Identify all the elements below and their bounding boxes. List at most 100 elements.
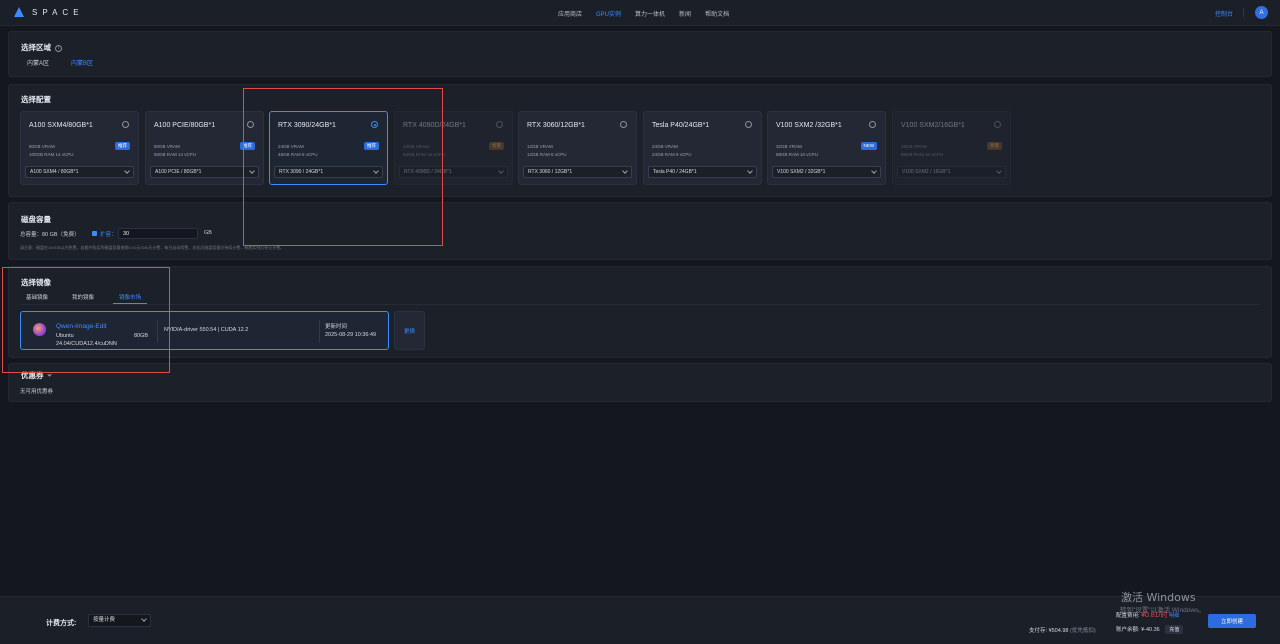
image-name[interactable]: Qwen-Image-Edit [56, 323, 107, 330]
coupon-title[interactable]: 优惠券 [21, 370, 52, 381]
recharge-button[interactable]: 充值 [1165, 625, 1184, 634]
gpu-quantity-select[interactable]: V100 SXM2 / 32GB*1 [772, 166, 881, 178]
gpu-quantity-select[interactable]: Tesla P40 / 24GB*1 [648, 166, 757, 178]
replace-image-button[interactable]: 更换 [394, 311, 425, 350]
tab-base-image[interactable]: 基础镜像 [26, 293, 48, 301]
gpu-radio[interactable] [247, 121, 254, 128]
top-nav-bar: SPACE 应用商店 GPU实例 算力一体机 新闻 帮助文档 控制台 A [0, 0, 1280, 26]
user-avatar[interactable]: A [1255, 6, 1268, 19]
gpu-card-title: RTX 3090/24GB*1 [278, 122, 336, 129]
billing-label: 计费方式: [46, 620, 77, 627]
gpu-radio[interactable] [620, 121, 627, 128]
brand-name: SPACE [32, 7, 84, 17]
disk-title: 磁盘容量 [21, 215, 51, 224]
gpu-card[interactable]: A100 SXM4/80GB*1 80GB VRAM 100GB RAM 14 vC… [20, 111, 139, 185]
gpu-badge: 售罄 [987, 142, 1002, 150]
config-fee: 配置费用: ¥0.81/时 明细 [1116, 610, 1179, 620]
pay-value: ¥504.98 [1048, 628, 1069, 634]
gpu-ram-cpu: 88GB RAM 10 vCPU [901, 152, 944, 157]
coupon-note: 无可用优惠券 [20, 389, 54, 395]
fee-detail-link[interactable]: 明细 [1169, 613, 1179, 619]
gpu-card-title: V100 SXM2/16GB*1 [901, 122, 965, 129]
gpu-vram: 12GB VRAM [527, 144, 553, 149]
gpu-card[interactable]: A100 PCIE/80GB*1 80GB VRAM 50GB RAM 14 vCP… [145, 111, 264, 185]
gpu-ram-cpu: 48GB RAM 8 vCPU [278, 152, 318, 157]
tab-my-image[interactable]: 我的镜像 [72, 293, 94, 301]
gpu-quantity-select[interactable]: V100 SXM2 / 16GB*1 [897, 166, 1006, 178]
nav-item-news[interactable]: 新闻 [679, 9, 691, 18]
nav-item-app-store[interactable]: 应用商店 [558, 9, 582, 18]
nav-item-help-docs[interactable]: 帮助文档 [705, 9, 729, 18]
disk-note: 请注意：磁盘在100GB以内免费，若额外购买的磁盘容量按照0.01元/GB/天计… [20, 245, 285, 250]
gpu-select-value: A100 SXM4 / 80GB*1 [30, 169, 79, 175]
gpu-card[interactable]: RTX 3090/24GB*1 24GB VRAM 48GB RAM 8 vCPU 推… [269, 111, 388, 185]
chevron-down-icon [373, 168, 379, 174]
gpu-radio[interactable] [122, 121, 129, 128]
console-link[interactable]: 控制台 [1215, 9, 1233, 18]
gpu-ram-cpu: 100GB RAM 14 vCPU [29, 152, 74, 157]
chevron-down-icon [996, 168, 1002, 174]
gpu-badge: 售罄 [489, 142, 504, 150]
region-tab-b[interactable]: 内蒙B区 [71, 58, 93, 67]
region-title: 选择区域 i [21, 42, 62, 53]
gpu-quantity-select[interactable]: A100 SXM4 / 80GB*1 [25, 166, 134, 178]
chevron-down-icon [124, 168, 130, 174]
billing-select[interactable]: 按量计费 [88, 614, 151, 627]
gpu-card[interactable]: Tesla P40/24GB*1 24GB VRAM 24GB RAM 8 vCPU… [643, 111, 762, 185]
gpu-card[interactable]: RTX 3060/12GB*1 12GB VRAM 12GB RAM 6 vCPU R… [518, 111, 637, 185]
selected-image-card[interactable]: Qwen-Image-Edit Ubuntu 24.04/CUDA12.4/cu… [20, 311, 389, 350]
gpu-quantity-select[interactable]: A100 PCIE / 80GB*1 [150, 166, 259, 178]
gpu-radio[interactable] [745, 121, 752, 128]
expand-checkbox[interactable] [92, 231, 97, 236]
logo-icon [14, 7, 24, 17]
gpu-radio[interactable] [869, 121, 876, 128]
chevron-down-icon [622, 168, 628, 174]
config-title: 选择配置 [21, 95, 51, 104]
region-tab-a[interactable]: 内蒙A区 [27, 58, 49, 67]
pay-amount: 支付存: ¥504.98 (优先抵扣) [1029, 626, 1096, 634]
chevron-down-icon [141, 616, 147, 622]
gpu-radio[interactable] [994, 121, 1001, 128]
pay-label: 支付存: [1029, 628, 1048, 634]
brand-logo[interactable]: SPACE [14, 7, 84, 17]
gpu-ram-cpu: 64GB RAM 16 vCPU [403, 152, 446, 157]
chevron-down-icon [747, 168, 753, 174]
windows-activation-watermark: 激活 Windows [1121, 591, 1196, 604]
image-update-label: 更新时间 [325, 324, 348, 330]
gpu-quantity-select[interactable]: RTX 3060 / 12GB*1 [523, 166, 632, 178]
tab-image-market[interactable]: 镜像市场 [119, 293, 141, 301]
gpu-quantity-select[interactable]: RTX 4090D / 24GB*1 [399, 166, 508, 178]
create-now-button[interactable]: 立即创建 [1208, 614, 1256, 628]
config-fee-value: ¥0.81/时 [1141, 612, 1168, 619]
active-tab-indicator [113, 303, 147, 304]
gpu-ram-cpu: 24GB RAM 8 vCPU [652, 152, 692, 157]
disk-expand-input[interactable] [118, 228, 198, 239]
gpu-select-value: V100 SXM2 / 16GB*1 [902, 169, 951, 175]
gpu-card-title: A100 PCIE/80GB*1 [154, 122, 216, 129]
gpu-ram-cpu: 12GB RAM 6 vCPU [527, 152, 567, 157]
nav-item-gpu-instance[interactable]: GPU实例 [596, 9, 621, 18]
gpu-ram-cpu: 88GB RAM 10 vCPU [776, 152, 819, 157]
gpu-ram-cpu: 50GB RAM 14 vCPU [154, 152, 197, 157]
region-panel: 选择区域 i [8, 31, 1272, 77]
gpu-quantity-select[interactable]: RTX 3090 / 24GB*1 [274, 166, 383, 178]
gpu-vram: 24GB VRAM [652, 144, 678, 149]
image-os: Ubuntu [56, 333, 74, 339]
gpu-badge: NEW [860, 142, 877, 150]
gpu-select-value: RTX 3060 / 12GB*1 [528, 169, 573, 175]
gpu-badge: 推荐 [240, 142, 255, 150]
gpu-vram: 80GB VRAM [29, 144, 55, 149]
nav-item-compute-appliance[interactable]: 算力一体机 [635, 9, 665, 18]
gpu-card[interactable]: V100 SXM2 /32GB*1 32GB VRAM 88GB RAM 10 vC… [767, 111, 886, 185]
footer-bar: 计费方式: 按量计费 激活 Windows 转到"设置"以激活 Windows。… [0, 591, 1280, 644]
gpu-radio[interactable] [496, 121, 503, 128]
tab-divider [20, 304, 1260, 305]
gpu-radio[interactable] [371, 121, 378, 128]
image-driver: NVIDIA-driver 550.54 | CUDA 12.2 [164, 327, 249, 333]
chevron-down-icon [249, 168, 255, 174]
chevron-down-icon [871, 168, 877, 174]
disk-total: 总容量：80 GB（免费） [20, 232, 80, 238]
info-icon[interactable]: i [55, 45, 62, 52]
gpu-select-value: V100 SXM2 / 32GB*1 [777, 169, 826, 175]
coupon-title-text: 优惠券 [21, 371, 44, 380]
